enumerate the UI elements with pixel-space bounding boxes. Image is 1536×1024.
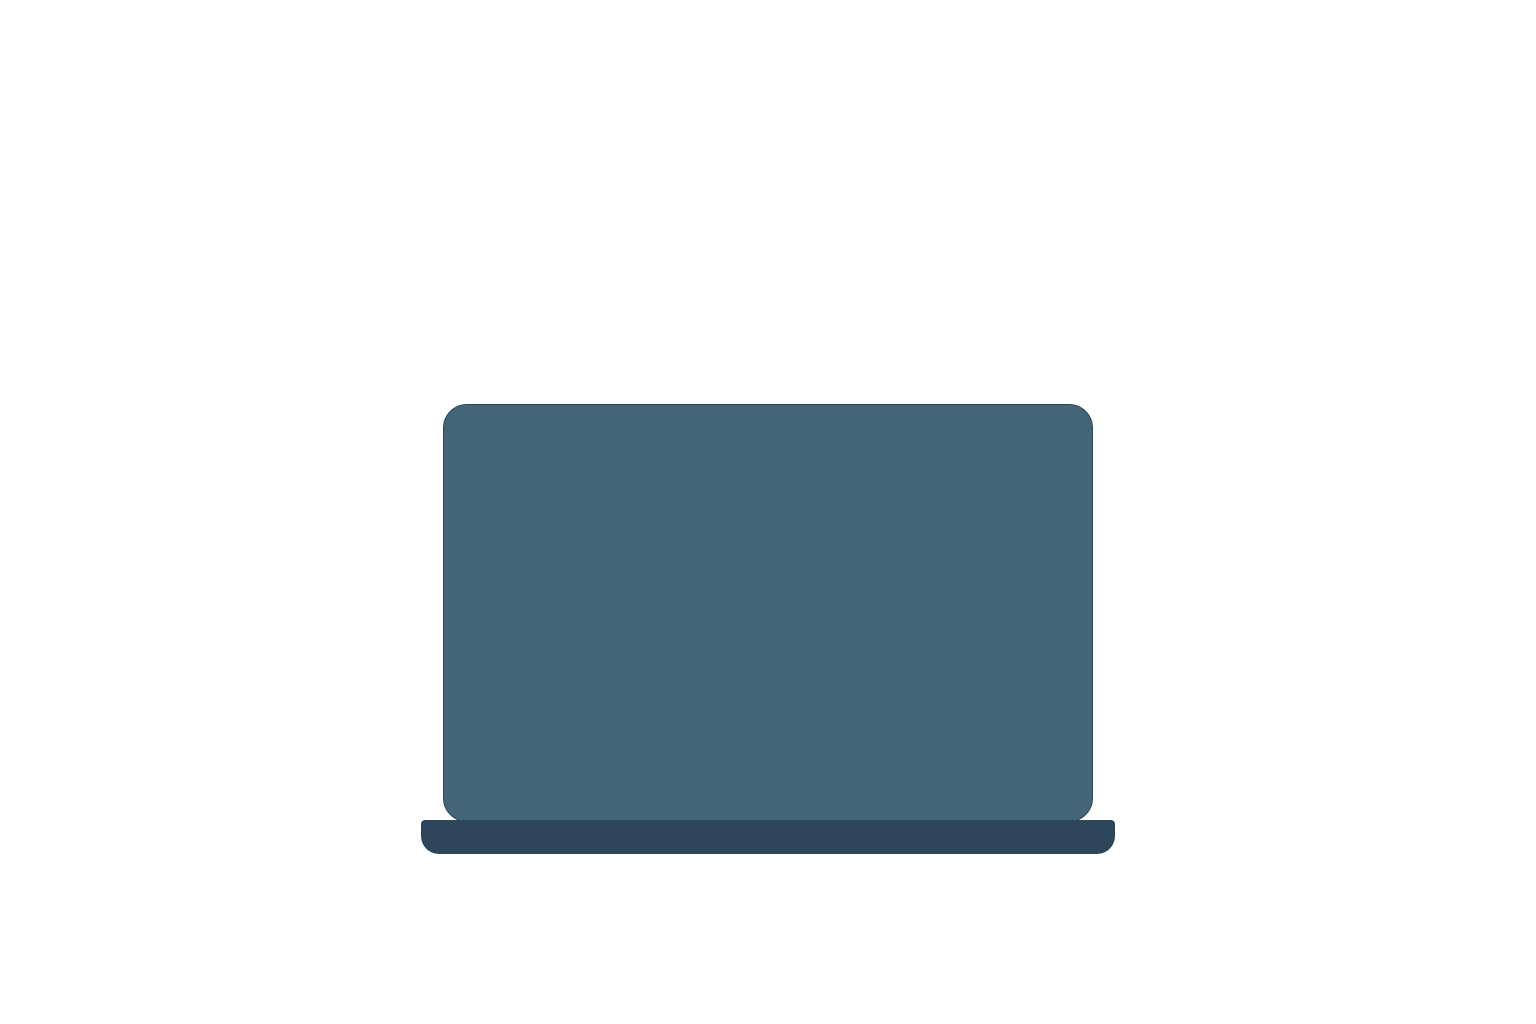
laptop-base xyxy=(421,820,1115,854)
laptop-icon xyxy=(0,0,1536,1024)
laptop-screen xyxy=(443,404,1093,822)
canvas xyxy=(0,0,1536,1024)
